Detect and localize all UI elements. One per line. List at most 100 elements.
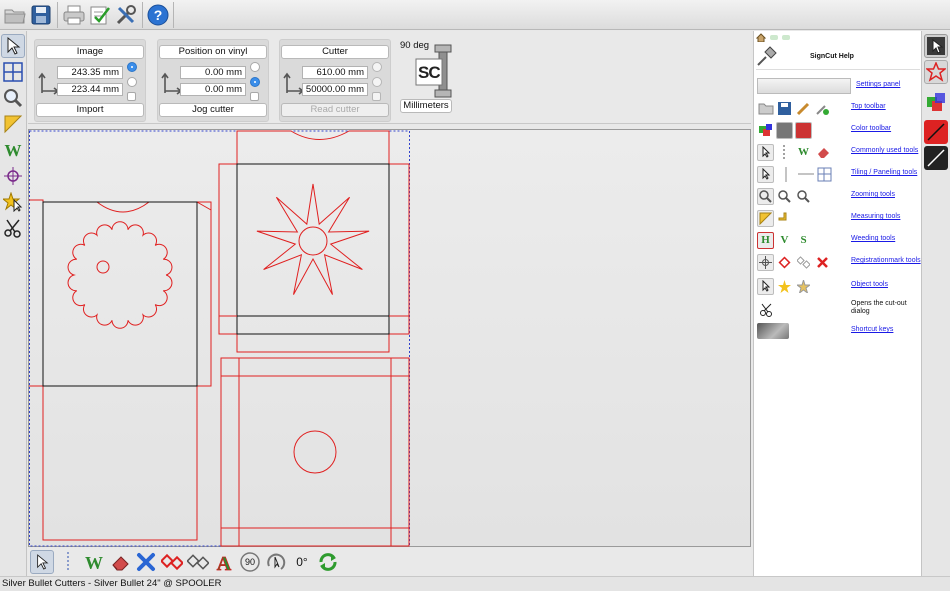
help-link-registration[interactable]: Registrationmark tools	[851, 257, 921, 264]
save-icon[interactable]	[29, 3, 53, 27]
measure-icon[interactable]	[1, 112, 25, 136]
open-folder-icon[interactable]	[3, 3, 27, 27]
black-color-icon[interactable]	[924, 146, 948, 170]
position-radio-2[interactable]	[250, 77, 260, 87]
sun-shape	[256, 183, 370, 295]
settings-panel: Image 243.35 mm 223.44 mm Import Positio…	[28, 31, 751, 124]
cutter-title-button[interactable]: Cutter	[281, 45, 389, 59]
tiling-grid-icon	[816, 166, 833, 183]
pointer-icon	[757, 277, 774, 295]
help-icon[interactable]: ?	[146, 3, 170, 27]
help-divider	[756, 69, 920, 70]
separator-line-icon	[56, 550, 80, 574]
toolbar-divider	[142, 2, 143, 28]
refresh-icon[interactable]	[316, 550, 340, 574]
help-link-tiling[interactable]: Tiling / Paneling tools	[851, 169, 917, 176]
red-color-icon[interactable]	[924, 120, 948, 144]
image-height-field[interactable]: 223.44 mm	[57, 83, 123, 96]
help-link-color[interactable]: Color toolbar	[851, 125, 891, 132]
svg-text:?: ?	[154, 7, 163, 23]
rotate-90-icon[interactable]: 90	[238, 550, 262, 574]
rotate-free-icon[interactable]	[264, 550, 288, 574]
help-link-top-toolbar[interactable]: Top toolbar	[851, 103, 886, 110]
position-axis-icon	[161, 72, 182, 95]
eraser-icon[interactable]	[108, 550, 132, 574]
image-title-button[interactable]: Image	[36, 45, 144, 59]
help-link-zoom[interactable]: Zooming tools	[851, 191, 895, 198]
position-y-field[interactable]: 0.00 mm	[180, 83, 246, 96]
print-icon[interactable]	[62, 3, 86, 27]
image-lock-radio[interactable]	[127, 62, 137, 72]
pointer-icon[interactable]	[1, 34, 25, 58]
scissors-icon[interactable]	[1, 216, 25, 240]
left-box-shape	[29, 199, 212, 541]
weed-h-icon: H	[757, 231, 774, 249]
weed-s-icon: S	[800, 234, 807, 246]
tools-icon[interactable]	[114, 3, 138, 27]
pointer-icon	[757, 143, 774, 161]
position-title-button[interactable]: Position on vinyl	[159, 45, 267, 59]
help-text-cutout: Opens the cut-out dialog	[851, 300, 907, 315]
signcut-logo[interactable]: SC	[413, 43, 455, 101]
image-free-radio[interactable]	[127, 77, 137, 87]
rotate-0-button[interactable]: 0°	[290, 550, 314, 574]
cutter-checkbox[interactable]	[372, 92, 381, 101]
scallop-circle	[67, 221, 173, 329]
open-folder-icon	[757, 100, 774, 117]
design-canvas[interactable]	[28, 129, 751, 547]
weed-icon[interactable]: W	[1, 138, 25, 162]
svg-text:A: A	[217, 553, 232, 573]
object-star-icon[interactable]	[1, 190, 25, 214]
cutter-width-field[interactable]: 610.00 mm	[302, 66, 368, 79]
zoom-in-icon	[776, 188, 793, 205]
pointer-icon[interactable]	[30, 550, 54, 574]
forward-arrow-icon[interactable]	[782, 34, 790, 40]
delete-x-icon[interactable]	[134, 550, 158, 574]
design-drawing	[29, 130, 410, 547]
image-mirror-checkbox[interactable]	[127, 92, 136, 101]
star-outline-icon[interactable]	[924, 60, 948, 84]
help-link-settings[interactable]: Settings panel	[856, 81, 900, 88]
zoom-icon[interactable]	[1, 86, 25, 110]
zoom-out-icon	[795, 188, 812, 205]
measure-corner-icon	[776, 210, 793, 227]
position-checkbox[interactable]	[250, 92, 259, 101]
registration-mark-icon[interactable]	[1, 164, 25, 188]
home-icon[interactable]	[756, 32, 766, 42]
weed-icon[interactable]: W	[82, 550, 106, 574]
help-row-zoom: Zooming tools	[756, 186, 920, 206]
jog-cutter-button[interactable]: Jog cutter	[159, 103, 267, 117]
help-link-shortcuts[interactable]: Shortcut keys	[851, 326, 893, 333]
help-link-measure[interactable]: Measuring tools	[851, 213, 900, 220]
select-color-icon[interactable]	[924, 34, 948, 58]
text-outline-icon[interactable]: A	[212, 550, 236, 574]
help-row-shortcuts: Shortcut keys	[756, 321, 920, 341]
position-x-field[interactable]: 0.00 mm	[180, 66, 246, 79]
units-button[interactable]: Millimeters	[400, 99, 452, 113]
rotate-0-label: 0°	[296, 555, 308, 569]
image-width-field[interactable]: 243.35 mm	[57, 66, 123, 79]
help-link-weed[interactable]: Weeding tools	[851, 235, 895, 242]
save-icon	[776, 100, 793, 117]
position-radio-1[interactable]	[250, 62, 260, 72]
help-link-object[interactable]: Object tools	[851, 281, 888, 288]
read-cutter-button[interactable]: Read cutter	[281, 103, 389, 117]
checklist-icon[interactable]	[88, 3, 112, 27]
svg-text:W: W	[5, 141, 22, 160]
tiling-icon[interactable]	[1, 60, 25, 84]
status-text: Silver Bullet Cutters - Silver Bullet 24…	[2, 578, 222, 589]
cutter-length-field[interactable]: 50000.00 mm	[302, 83, 368, 96]
reg-marks-gray-icon[interactable]	[186, 550, 210, 574]
import-button[interactable]: Import	[36, 103, 144, 117]
color-palette-icon[interactable]	[924, 90, 948, 114]
add-icon	[814, 100, 831, 117]
horizontal-line-icon	[798, 166, 814, 183]
back-arrow-icon[interactable]	[770, 34, 778, 40]
help-link-common[interactable]: Commonly used tools	[851, 147, 918, 154]
cutter-radio-2[interactable]	[372, 77, 382, 87]
reg-marks-red-icon[interactable]	[160, 550, 184, 574]
toolbar-divider	[57, 2, 58, 28]
help-row-common: W Commonly used tools	[756, 142, 920, 162]
cutter-radio-1[interactable]	[372, 62, 382, 72]
help-row-measure: Measuring tools	[756, 208, 920, 228]
